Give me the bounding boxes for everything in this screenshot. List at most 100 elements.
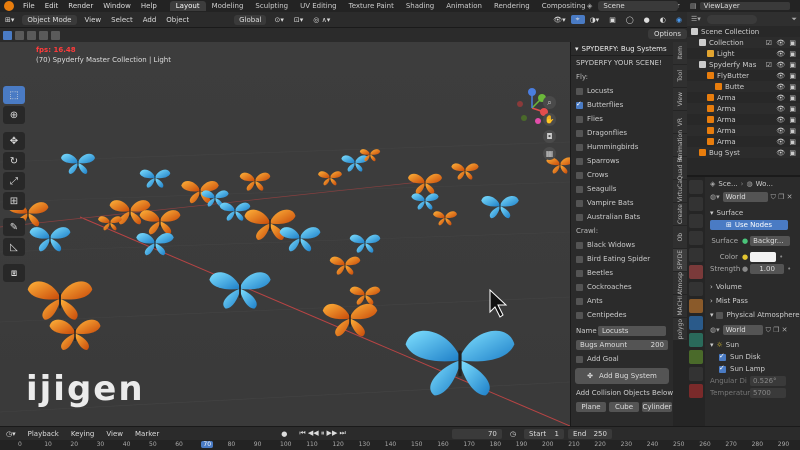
workspace-tab-uv-editing[interactable]: UV Editing	[294, 1, 343, 11]
workspace-tab-animation[interactable]: Animation	[440, 1, 488, 11]
visibility-toggle-icon[interactable]: 👁 ▣	[776, 50, 797, 58]
current-frame-field[interactable]: 70	[451, 428, 502, 439]
crawl-checkbox[interactable]	[576, 297, 583, 305]
visibility-toggle-icon[interactable]: ☑ 👁 ▣	[766, 39, 797, 47]
visibility-toggle-icon[interactable]: 👁 ▣	[776, 116, 797, 124]
viewport-menu-object[interactable]: Object	[161, 16, 194, 24]
scene-name[interactable]: Scene	[598, 1, 679, 11]
perspective-grid-icon[interactable]: ▦	[543, 147, 556, 160]
scale-tool-icon[interactable]: ⤢	[3, 172, 25, 190]
annotate-tool-icon[interactable]: ✎	[3, 218, 25, 236]
physics-tab-icon[interactable]	[689, 350, 703, 364]
crawl-checkbox[interactable]	[576, 311, 583, 319]
fly-checkbox[interactable]	[576, 87, 583, 95]
gizmo-toggle-icon[interactable]: ⌖	[570, 15, 585, 24]
fly-checkbox[interactable]	[576, 185, 583, 193]
shading-solid-icon[interactable]: ●	[639, 16, 655, 24]
outliner-row[interactable]: Arma 👁 ▣	[687, 92, 800, 103]
outliner-type-icon[interactable]: ☰▾	[691, 15, 701, 23]
3d-viewport[interactable]: fps: 16.48 (70) Spyderfy Master Collecti…	[0, 42, 570, 426]
viewport-menu-select[interactable]: Select	[106, 16, 138, 24]
visibility-toggle-icon[interactable]: 👁 ▣	[776, 138, 797, 146]
outliner-row[interactable]: Light 👁 ▣	[687, 48, 800, 59]
playback-controls[interactable]: ⏮ ◀◀ ⏸ ▶▶ ⏭	[293, 429, 352, 438]
fly-checkbox[interactable]	[576, 157, 583, 165]
select-mode-invert-icon[interactable]	[39, 30, 48, 40]
options-dropdown[interactable]: Options	[647, 29, 687, 39]
menu-file[interactable]: File	[18, 2, 40, 10]
sun-disk-row[interactable]: Sun Disk	[705, 351, 800, 363]
start-frame-field[interactable]: Start 1	[523, 428, 564, 439]
object-tab-icon[interactable]	[689, 299, 703, 313]
surface-shader-field[interactable]: Backgr...	[750, 236, 791, 246]
output-tab-icon[interactable]	[689, 214, 703, 228]
sun-panel-header[interactable]: ▾ ☼ Sun	[705, 339, 800, 351]
outliner-row[interactable]: Arma 👁 ▣	[687, 103, 800, 114]
crawl-bird-eating-spider-row[interactable]: Bird Eating Spider	[571, 252, 673, 266]
sidebar-tab-quad-re[interactable]: Quad Re	[673, 155, 687, 181]
add-collision-plane-button[interactable]: Plane	[576, 402, 606, 412]
crawl-ants-row[interactable]: Ants	[571, 294, 673, 308]
fly-hummingbirds-row[interactable]: Hummingbirds	[571, 140, 673, 154]
sidebar-tab-tool[interactable]: Tool	[673, 65, 687, 87]
measure-tool-icon[interactable]: ◺	[3, 238, 25, 256]
fly-flies-row[interactable]: Flies	[571, 112, 673, 126]
workspace-tab-shading[interactable]: Shading	[400, 1, 440, 11]
strength-keyframe-icon[interactable]: •	[787, 265, 791, 273]
shading-material-icon[interactable]: ◐	[655, 16, 671, 24]
shading-wireframe-icon[interactable]: ◯	[621, 16, 639, 24]
visibility-toggle-icon[interactable]: 👁 ▣	[776, 72, 797, 80]
select-mode-subtract-icon[interactable]	[27, 30, 36, 40]
sidebar-tab-create[interactable]: Create	[673, 203, 687, 225]
texture-tab-icon[interactable]	[689, 384, 703, 398]
view-layer-name[interactable]: ViewLayer	[699, 2, 790, 10]
add-cube-tool-icon[interactable]: ⧆	[3, 264, 25, 282]
overlay-icon[interactable]: ◑▾	[585, 16, 605, 24]
tool-tab-icon[interactable]	[689, 180, 703, 194]
sun-lamp-row[interactable]: Sun Lamp	[705, 363, 800, 375]
timeline-menu-keying[interactable]: Keying	[65, 430, 101, 438]
world-name-field[interactable]: World	[722, 192, 768, 202]
fake-user-shield-icon[interactable]: ⛉ ❐ ✕	[766, 326, 788, 335]
preview-range-icon[interactable]: ◷	[504, 430, 522, 438]
bugs-amount-input[interactable]: Bugs Amount 200	[576, 340, 668, 350]
fly-checkbox[interactable]	[576, 171, 583, 179]
select-mode-new-icon[interactable]	[3, 30, 12, 40]
workspace-tab-sculpting[interactable]: Sculpting	[249, 1, 294, 11]
fly-checkbox[interactable]	[576, 143, 583, 151]
select-mode-intersect-icon[interactable]	[51, 30, 60, 40]
filter-icon[interactable]: ⏷	[791, 15, 797, 24]
workspace-tab-layout[interactable]: Layout	[169, 1, 206, 11]
outliner-row[interactable]: Arma 👁 ▣	[687, 125, 800, 136]
name-input[interactable]: Locusts	[598, 326, 666, 336]
object-mode-dropdown[interactable]: Object Mode	[22, 14, 77, 25]
workspace-tab-rendering[interactable]: Rendering	[488, 1, 536, 11]
sidebar-tab-atmosp[interactable]: Atmosp	[673, 272, 687, 294]
fly-sparrows-row[interactable]: Sparrows	[571, 154, 673, 168]
blender-logo-icon[interactable]	[4, 1, 14, 11]
volume-panel-header[interactable]: › Volume	[705, 281, 800, 293]
outliner-row[interactable]: Arma 👁 ▣	[687, 136, 800, 147]
transform-orientation-dropdown[interactable]: Global	[234, 14, 267, 25]
color-keyframe-icon[interactable]: •	[779, 253, 783, 261]
fly-dragonflies-row[interactable]: Dragonflies	[571, 126, 673, 140]
crawl-checkbox[interactable]	[576, 241, 583, 249]
outliner-row[interactable]: Scene Collection	[687, 26, 800, 37]
pivot-icon[interactable]: ⊙▾	[269, 16, 288, 24]
zoom-icon[interactable]: ⌕	[543, 96, 556, 109]
collection-tab-icon[interactable]	[689, 282, 703, 296]
scene-selector[interactable]: ◈ Scene	[587, 0, 687, 12]
sidebar-tab-animation[interactable]: Animation	[673, 130, 687, 160]
physical-atmosphere-checkbox[interactable]	[715, 311, 723, 319]
shading-rendered-icon[interactable]: ◉	[671, 16, 687, 24]
auto-keying-icon[interactable]: ●	[275, 430, 293, 438]
fly-butterflies-row[interactable]: Butterflies	[571, 98, 673, 112]
visibility-icon[interactable]: 👁▾	[548, 16, 570, 24]
add-goal-checkbox[interactable]	[576, 355, 583, 363]
snap-icon[interactable]: ⊡▾	[289, 16, 308, 24]
viewport-menu-view[interactable]: View	[80, 16, 107, 24]
sidebar-tab-ob[interactable]: Ob	[673, 226, 687, 248]
add-goal-row[interactable]: Add Goal	[571, 352, 673, 366]
timeline-menu-view[interactable]: View	[100, 430, 129, 438]
select-box-tool-icon[interactable]: ⬚	[3, 86, 25, 104]
